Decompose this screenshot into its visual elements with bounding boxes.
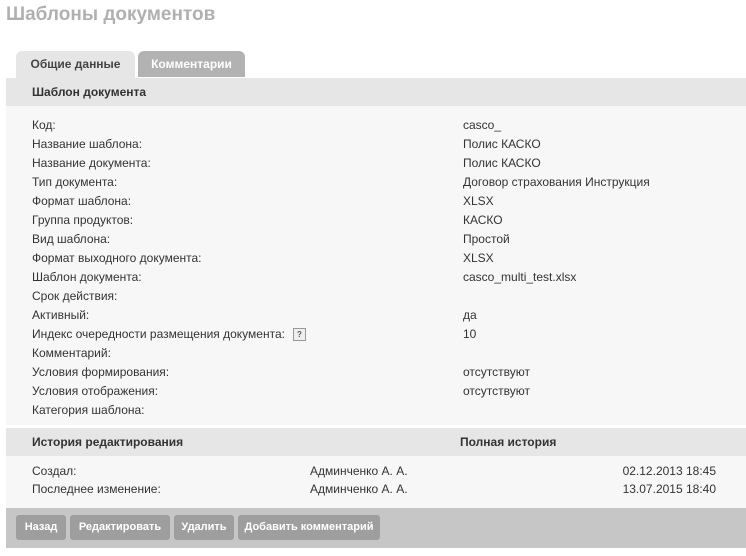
field-value: XLSX xyxy=(463,251,494,265)
field-label: Название документа: xyxy=(32,156,151,170)
history-user: Админченко А. А. xyxy=(310,482,408,496)
back-button[interactable]: Назад xyxy=(16,515,66,540)
history-label: Последнее изменение: xyxy=(32,482,161,496)
history-rows: Создал: Админченко А. А. 02.12.2013 18:4… xyxy=(6,456,746,498)
field-value: casco_multi_test.xlsx xyxy=(463,270,577,284)
field-row-validity: Срок действия: xyxy=(6,287,746,306)
field-label: Формат шаблона: xyxy=(32,194,132,208)
field-label: Условия формирования: xyxy=(32,365,170,379)
history-date: 13.07.2015 18:40 xyxy=(622,482,716,496)
history-user: Админченко А. А. xyxy=(310,464,408,478)
history-row-last-modified: Последнее изменение: Админченко А. А. 13… xyxy=(6,480,746,498)
field-value: отсутствуют xyxy=(463,384,530,398)
field-row-comment: Комментарий: xyxy=(6,344,746,363)
field-label: Активный: xyxy=(32,308,90,322)
history-label: Создал: xyxy=(32,464,77,478)
field-label: Шаблон документа: xyxy=(32,270,142,284)
field-row-document-type: Тип документа: Договор страхования Инстр… xyxy=(6,173,746,192)
template-panel: Шаблон документа Код: casco_ Название ша… xyxy=(6,78,746,425)
tab-general[interactable]: Общие данные xyxy=(16,51,135,78)
page-title: Шаблоны документов xyxy=(6,4,216,25)
field-row-template-name: Название шаблона: Полис КАСКО xyxy=(6,135,746,154)
field-label: Код: xyxy=(32,118,56,132)
history-panel: История редактирования Полная история Со… xyxy=(6,428,746,508)
field-label: Условия отображения: xyxy=(32,384,159,398)
field-row-active: Активный: да xyxy=(6,306,746,325)
field-row-display-conditions: Условия отображения: отсутствуют xyxy=(6,382,746,401)
field-value: XLSX xyxy=(463,194,494,208)
field-value: Договор страхования Инструкция xyxy=(463,175,650,189)
field-label: Тип документа: xyxy=(32,175,118,189)
field-row-template-kind: Вид шаблона: Простой xyxy=(6,230,746,249)
help-icon[interactable]: ? xyxy=(292,328,306,341)
history-row-created: Создал: Админченко А. А. 02.12.2013 18:4… xyxy=(6,462,746,480)
field-value: отсутствуют xyxy=(463,365,530,379)
field-row-document-name: Название документа: Полис КАСКО xyxy=(6,154,746,173)
field-label: Категория шаблона: xyxy=(32,403,145,417)
field-row-template-file: Шаблон документа: casco_multi_test.xlsx xyxy=(6,268,746,287)
field-row-product-group: Группа продуктов: КАСКО xyxy=(6,211,746,230)
field-row-order-index: Индекс очередности размещения документа:… xyxy=(6,325,746,344)
field-value: Простой xyxy=(463,232,510,246)
field-row-output-format: Формат выходного документа: XLSX xyxy=(6,249,746,268)
field-row-generation-conditions: Условия формирования: отсутствуют xyxy=(6,363,746,382)
action-toolbar: Назад Редактировать Удалить Добавить ком… xyxy=(6,508,746,548)
edit-button[interactable]: Редактировать xyxy=(70,515,170,540)
tab-comments[interactable]: Комментарии xyxy=(138,51,245,77)
template-section-title: Шаблон документа xyxy=(32,85,147,99)
field-label: Комментарий: xyxy=(32,346,111,360)
full-history-label: Полная история xyxy=(460,435,557,449)
field-label-with-help: Индекс очередности размещения документа:… xyxy=(32,325,306,344)
field-value: casco_ xyxy=(463,118,502,132)
delete-button[interactable]: Удалить xyxy=(174,515,234,540)
history-section-title: История редактирования xyxy=(32,435,184,449)
field-label: Группа продуктов: xyxy=(32,213,134,227)
field-label: Название шаблона: xyxy=(32,137,143,151)
field-row-template-format: Формат шаблона: XLSX xyxy=(6,192,746,211)
field-value: да xyxy=(463,308,477,322)
field-value: Полис КАСКО xyxy=(463,156,541,170)
field-label: Срок действия: xyxy=(32,289,118,303)
field-value: 10 xyxy=(463,327,477,341)
field-value: Полис КАСКО xyxy=(463,137,541,151)
field-label: Вид шаблона: xyxy=(32,232,111,246)
template-section-header: Шаблон документа xyxy=(6,78,746,106)
field-row-template-category: Категория шаблона: xyxy=(6,401,746,420)
template-fields: Код: casco_ Название шаблона: Полис КАСК… xyxy=(6,106,746,420)
history-date: 02.12.2013 18:45 xyxy=(622,464,716,478)
add-comment-button[interactable]: Добавить комментарий xyxy=(238,515,380,540)
field-row-code: Код: casco_ xyxy=(6,116,746,135)
field-label: Индекс очередности размещения документа: xyxy=(32,327,285,341)
field-value: КАСКО xyxy=(463,213,503,227)
history-section-header: История редактирования Полная история xyxy=(6,428,746,456)
field-label: Формат выходного документа: xyxy=(32,251,202,265)
